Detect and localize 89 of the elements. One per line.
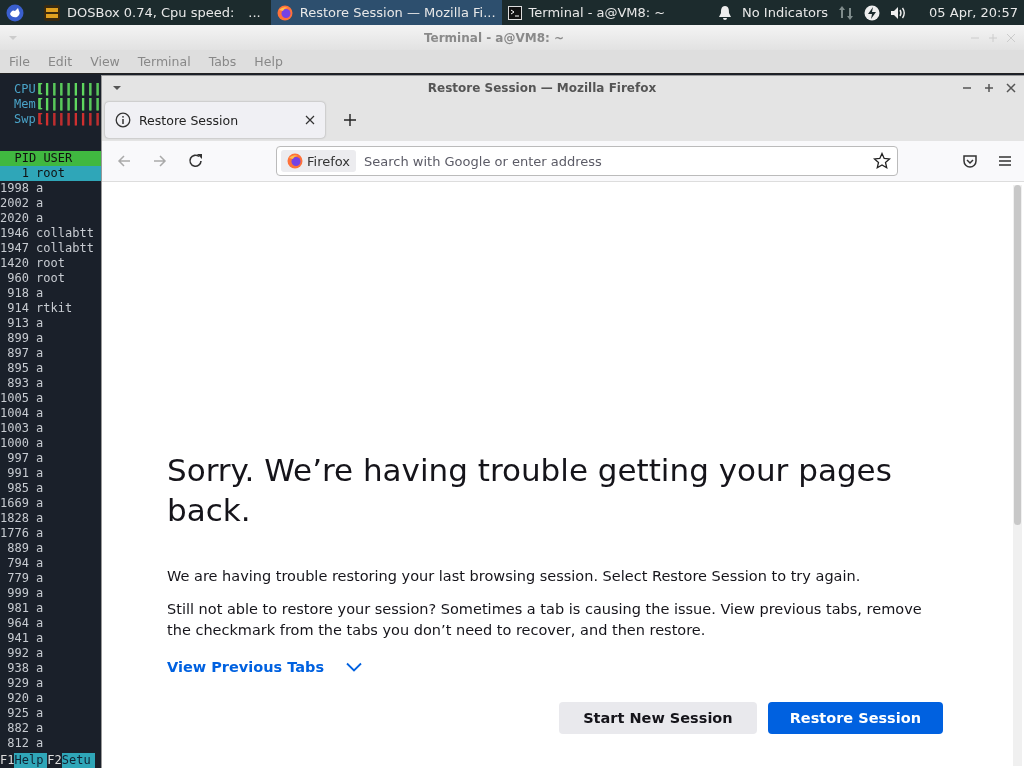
dosbox-icon [44,4,60,21]
address-input[interactable]: Search with Google or enter address [364,153,865,169]
process-row[interactable]: 991 a [0,466,102,481]
process-row[interactable]: 1004 a [0,406,102,421]
paragraph: We are having trouble restoring your last browsing session. Select Restore Session to try again. [167,567,862,586]
process-row[interactable]: 938 a [0,661,102,676]
process-row[interactable]: 929 a [0,676,102,691]
menu-icon[interactable] [998,155,1012,167]
process-row[interactable]: 992 a [0,646,102,661]
window-title: Terminal - a@VM8: ~ [422,30,566,45]
indicators-label: No Indicators [742,5,829,20]
process-row[interactable]: 897 a [0,346,102,361]
taskbar-button[interactable]: DOSBox 0.74, Cpu speed: [38,0,241,25]
launcher-icon[interactable] [6,3,24,22]
process-row[interactable]: 794 a [0,556,102,571]
process-row[interactable]: 1 root [0,166,102,181]
process-row[interactable]: 1420 root [0,256,102,271]
function-key: F2 [47,753,62,768]
scrollbar[interactable] [1013,185,1022,766]
address-bar[interactable]: Firefox Search with Google or enter address [276,146,898,176]
pocket-icon[interactable] [962,153,978,169]
process-row[interactable]: 964 a [0,616,102,631]
view-previous-tabs-link[interactable]: View Previous Tabs [167,659,325,675]
close-icon[interactable] [305,115,315,125]
start-new-session-button[interactable]: Start New Session [559,702,757,734]
close-icon[interactable] [1006,82,1016,93]
process-row[interactable]: 913 a [0,316,102,331]
column-header: PID [14,151,37,165]
window-menu-icon[interactable] [112,84,122,91]
process-row[interactable]: 1828 a [0,511,102,526]
process-row[interactable]: 1003 a [0,421,102,436]
volume-icon[interactable] [890,5,908,20]
maximize-icon[interactable] [984,82,994,93]
process-row[interactable]: 997 a [0,451,102,466]
restore-session-button[interactable]: Restore Session [767,702,943,734]
process-row[interactable]: 960 root [0,271,102,286]
process-row[interactable]: 981 a [0,601,102,616]
process-row[interactable]: 1998 a [0,181,102,196]
meter-text: [|||||||| [35,82,101,97]
reload-icon[interactable] [188,153,204,169]
process-row[interactable]: 920 a [0,691,102,706]
new-tab-icon[interactable] [343,113,357,127]
bell-icon[interactable] [718,4,733,21]
process-row[interactable]: 985 a [0,481,102,496]
process-row[interactable]: 2020 a [0,211,102,226]
process-row[interactable]: 914 rtkit [0,301,102,316]
star-icon[interactable] [873,152,891,170]
taskbar-button[interactable]: Terminal - a@VM8: ~ [501,0,672,25]
meter-label: CPU [14,82,36,97]
browser-tab[interactable]: Restore Session [105,102,325,138]
power-icon[interactable] [864,4,881,21]
process-row[interactable]: 779 a [0,571,102,586]
identity-box[interactable]: Firefox [281,150,357,172]
chevron-down-icon[interactable] [346,662,363,672]
paragraph: Still not able to restore your session? Sometimes a tab is causing the issue. View previous tabs, remove the checkmark from the tabs you don’t need to recover, and then restore. [167,600,923,640]
meter-label: Mem [14,97,36,112]
column-header: USER [43,151,73,165]
process-row[interactable]: 1946 collabtt [0,226,102,241]
process-row[interactable]: 918 a [0,286,102,301]
process-row[interactable]: 893 a [0,376,102,391]
process-row[interactable]: 812 a [0,736,102,751]
meter-label: Swp [14,112,36,127]
firefox-icon [276,4,293,21]
process-row[interactable]: 889 a [0,541,102,556]
process-row[interactable]: 941 a [0,631,102,646]
process-row[interactable]: 1669 a [0,496,102,511]
process-row[interactable]: 925 a [0,706,102,721]
process-row[interactable]: 999 a [0,586,102,601]
function-key: F1 [0,753,15,768]
firefox-icon [287,153,303,169]
process-row[interactable]: 899 a [0,331,102,346]
terminal-icon [507,5,522,20]
process-row[interactable]: 1005 a [0,391,102,406]
function-key-label[interactable]: Setu [61,753,95,768]
clock[interactable]: 05 Apr, 20:57 [929,5,1018,20]
meter-text: [|||||||| [35,112,101,127]
process-row[interactable]: 895 a [0,361,102,376]
info-icon [115,112,131,128]
taskbar-button[interactable]: Restore Session — Mozilla Fi... [270,0,502,25]
taskbar-overflow[interactable]: ... [240,5,271,20]
process-row[interactable]: 882 a [0,721,102,736]
process-row[interactable]: 2002 a [0,196,102,211]
process-row[interactable]: 1776 a [0,526,102,541]
window-title: Restore Session — Mozilla Firefox [426,80,658,95]
process-row[interactable]: 1947 collabtt [0,241,102,256]
meter-text: [|||||||| [35,97,101,112]
error-heading: Sorry. We’re having trouble getting your pages back. [167,451,893,530]
process-row[interactable]: 1000 a [0,436,102,451]
function-key-label[interactable]: Help [14,753,48,768]
